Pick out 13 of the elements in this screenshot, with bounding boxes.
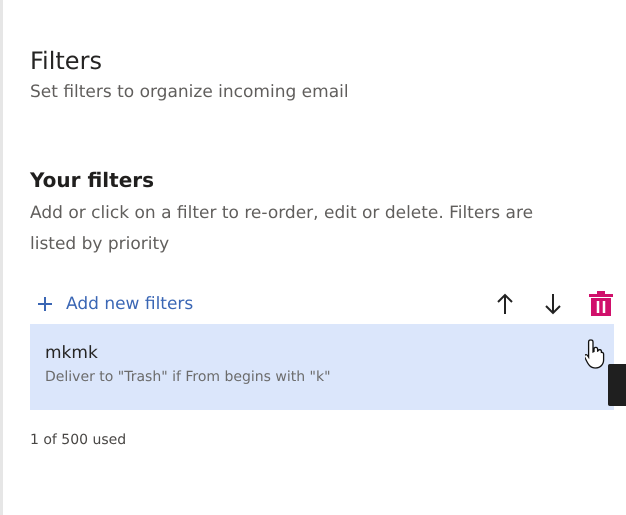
section-title: Your filters [30, 168, 156, 192]
tooltip [608, 364, 626, 406]
filter-description: Deliver to "Trash" if From begins with "k" [45, 369, 332, 385]
filter-name: mkmk [45, 343, 99, 363]
add-filter-button[interactable]: Add new filters [30, 294, 194, 314]
section-description: Add or click on a filter to re-order, edit or delete. Filters are listed by priority [30, 202, 534, 256]
hand-cursor-icon [585, 338, 607, 370]
page-subtitle: Set filters to organize incoming email [30, 82, 350, 102]
filter-item[interactable]: mkmk Deliver to "Trash" if From begins with "k" [30, 324, 614, 410]
usage-count: 1 of 500 used [30, 432, 128, 448]
plus-icon [38, 297, 52, 311]
delete-button[interactable] [588, 289, 614, 319]
page-title: Filters [30, 46, 103, 76]
